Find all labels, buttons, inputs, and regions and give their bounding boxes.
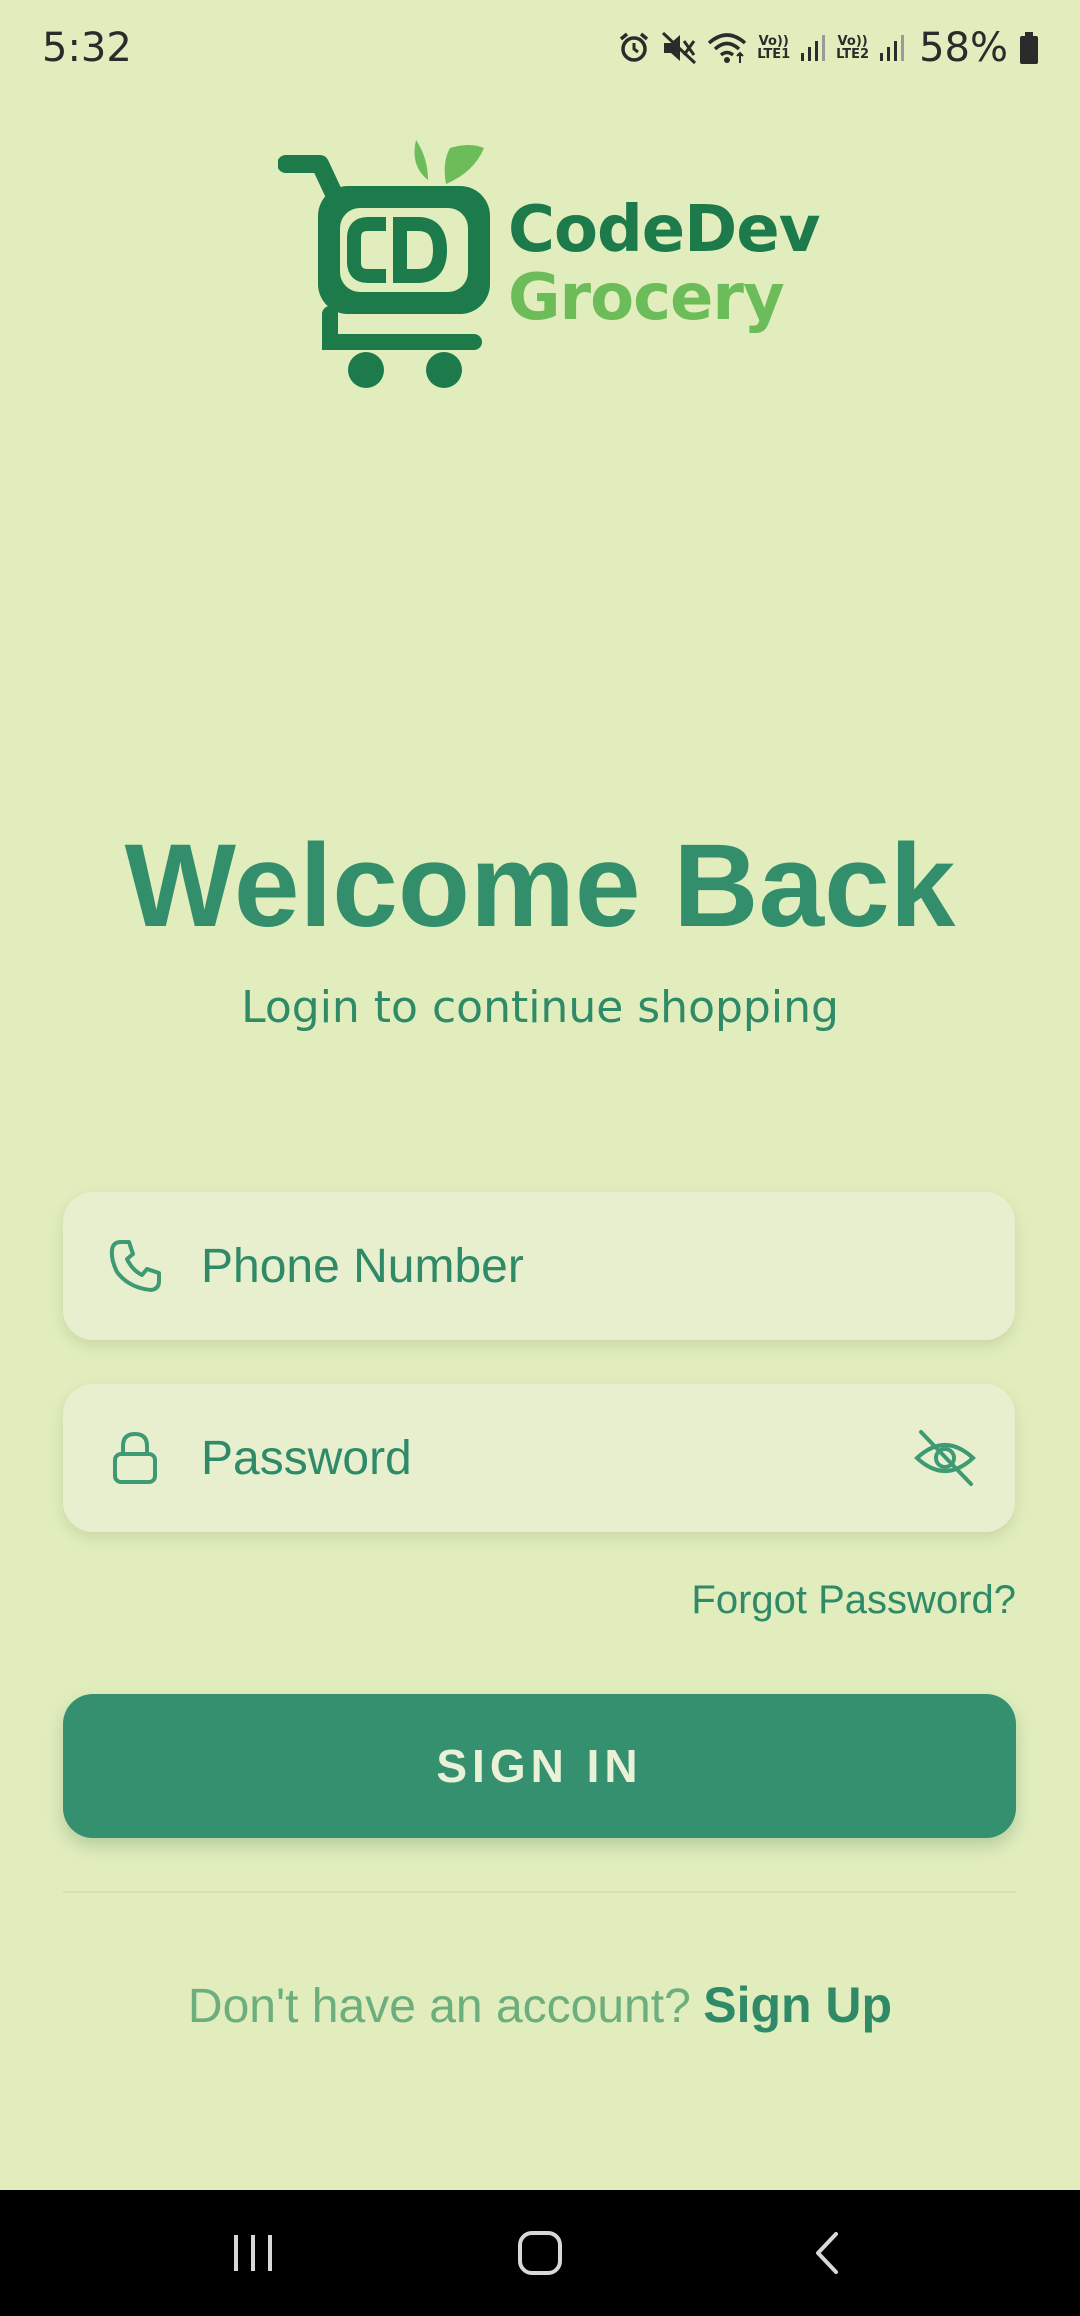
page-title: Welcome Back	[124, 820, 956, 952]
mute-icon	[662, 31, 697, 65]
logo-line-grocery: Grocery	[508, 261, 785, 335]
sign-up-link[interactable]: Sign Up	[703, 1977, 892, 2033]
home-icon	[517, 2231, 562, 2275]
status-icons: Vo)) LTE1 Vo)) LTE2 58%	[617, 25, 1040, 71]
shopping-cart-logo-icon	[278, 140, 490, 388]
status-bar: 5:32 Vo)) LTE1 Vo)) LTE2 58%	[0, 0, 1080, 96]
wifi-icon	[708, 33, 747, 63]
forgot-password-link[interactable]: Forgot Password?	[691, 1578, 1016, 1623]
password-input[interactable]	[201, 1418, 841, 1498]
signal-icon	[880, 35, 905, 61]
recents-icon	[234, 2235, 273, 2271]
logo-wordmark: CodeDev Grocery	[508, 193, 820, 335]
back-icon	[815, 2232, 838, 2274]
lock-icon	[113, 1431, 157, 1484]
sim2-lte-label: Vo)) LTE2	[836, 34, 870, 62]
system-nav-bar	[0, 2190, 1080, 2316]
status-time: 5:32	[42, 25, 132, 71]
sim1-lte-label: Vo)) LTE1	[757, 34, 791, 62]
recents-button[interactable]	[208, 2208, 298, 2298]
alarm-icon	[620, 32, 649, 62]
divider	[63, 1891, 1016, 1893]
home-button[interactable]	[495, 2208, 585, 2298]
phone-input[interactable]	[201, 1226, 841, 1306]
sign-in-button[interactable]: SIGN IN	[63, 1694, 1016, 1838]
logo-line-codedev: CodeDev	[508, 193, 820, 267]
page-subtitle: Login to continue shopping	[241, 982, 839, 1033]
app-logo: CodeDev Grocery	[278, 138, 820, 398]
eye-off-icon[interactable]	[913, 1426, 977, 1490]
battery-percent: 58%	[919, 25, 1008, 71]
signup-prompt: Don't have an account?	[187, 1980, 691, 2033]
back-button[interactable]	[782, 2208, 872, 2298]
phone-icon	[109, 1240, 161, 1292]
signup-row: Don't have an account? Sign Up	[0, 1976, 1080, 2034]
signal-icon	[801, 35, 826, 61]
phone-field[interactable]	[63, 1192, 1015, 1340]
battery-icon	[1020, 32, 1038, 64]
password-field[interactable]	[63, 1384, 1015, 1532]
